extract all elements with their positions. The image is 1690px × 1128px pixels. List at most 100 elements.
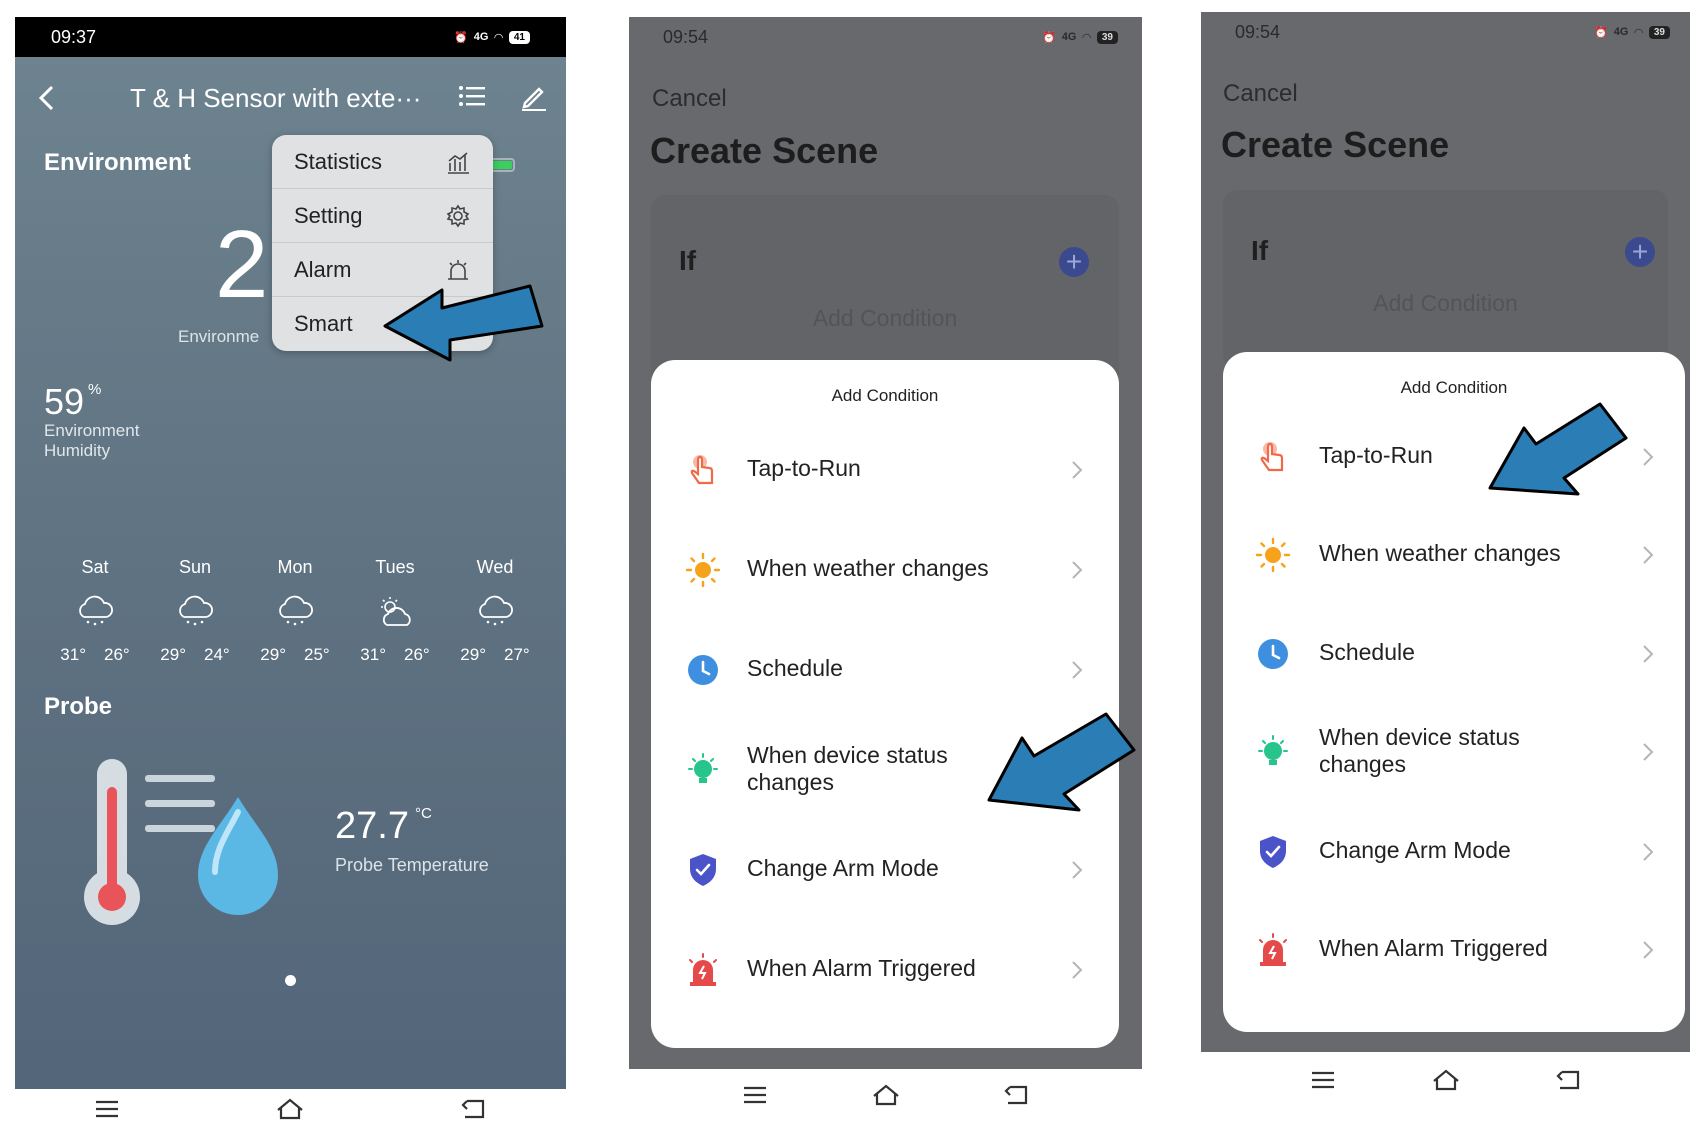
gear-icon [446, 204, 470, 227]
chevron-right-icon [1643, 448, 1654, 466]
if-label: If [1251, 235, 1269, 266]
status-icons: ⏰ 4G ◠ 39 [1594, 25, 1670, 39]
option-change-arm-mode[interactable]: Change Arm Mode [1223, 822, 1685, 882]
option-schedule[interactable]: Schedule [1223, 624, 1685, 684]
home-icon[interactable] [275, 1097, 305, 1121]
alarm-siren-icon [689, 953, 717, 986]
humidity-label: Environment Humidity [44, 421, 140, 460]
status-bar: 09:54 ⏰ 4G ◠ 39 [1201, 12, 1690, 52]
alarm-clock-icon: ⏰ [1042, 31, 1056, 44]
back-icon[interactable] [459, 1097, 489, 1121]
forecast-day: Sat 31° 26° [60, 557, 130, 664]
if-card: If + Add Condition [1223, 190, 1668, 370]
humidity-value: 59% [44, 381, 102, 422]
option-change-arm-mode[interactable]: Change Arm Mode [651, 840, 1119, 900]
option-alarm-triggered[interactable]: When Alarm Triggered [1223, 920, 1685, 980]
annotation-arrow [987, 712, 1136, 812]
status-time: 09:54 [1235, 21, 1281, 42]
status-time: 09:37 [51, 26, 97, 47]
home-icon[interactable] [1431, 1068, 1461, 1092]
alarm-clock-icon: ⏰ [454, 31, 468, 44]
rain-cloud-icon [79, 595, 113, 626]
rain-cloud-icon [179, 595, 213, 626]
network-icon: 4G [1061, 31, 1077, 43]
sheet-title: Add Condition [831, 386, 939, 405]
status-icons: ⏰ 4G ◠ 39 [1042, 30, 1118, 44]
wifi-icon: ◠ [1634, 26, 1643, 39]
option-weather[interactable]: When weather changes [651, 540, 1119, 600]
wifi-icon: ◠ [494, 31, 503, 44]
menu-icon[interactable] [1308, 1068, 1338, 1092]
probe-heading: Probe [44, 693, 113, 720]
cancel-button[interactable]: Cancel [1223, 80, 1298, 108]
system-nav-bar [629, 1077, 1142, 1113]
status-bar: 09:54 ⏰ 4G ◠ 39 [629, 17, 1142, 57]
menu-item-setting[interactable]: Setting [272, 189, 493, 243]
thermometer-droplet-icon [84, 759, 278, 925]
add-condition-plus-button[interactable]: + [1625, 237, 1655, 267]
wifi-icon: ◠ [1082, 31, 1091, 44]
option-alarm-triggered[interactable]: When Alarm Triggered [651, 940, 1119, 1000]
sheet-title: Add Condition [1400, 378, 1508, 397]
home-icon[interactable] [871, 1083, 901, 1107]
bulb-icon [688, 753, 718, 783]
chevron-right-icon [1072, 861, 1083, 879]
menu-item-statistics[interactable]: Statistics [272, 135, 493, 189]
back-icon[interactable] [1002, 1083, 1032, 1107]
clock-icon [688, 655, 718, 685]
chevron-right-icon [1072, 461, 1083, 479]
shield-check-icon [690, 854, 716, 886]
sun-cloud-icon [381, 597, 411, 626]
add-condition-placeholder: Add Condition [1373, 290, 1518, 316]
menu-icon[interactable] [92, 1097, 122, 1121]
environment-temp-label: Environme [178, 327, 260, 346]
annotation-arrow [383, 284, 544, 362]
clock-icon [1258, 639, 1288, 669]
probe-temperature-label: Probe Temperature [335, 855, 489, 875]
shield-check-icon [1260, 836, 1286, 868]
probe-temperature-value: 27.7 °C [335, 805, 432, 847]
chevron-right-icon [1643, 843, 1654, 861]
bulb-icon [1258, 735, 1288, 765]
chevron-right-icon [1072, 661, 1083, 679]
forecast-day: Sun 29° 24° [160, 557, 230, 664]
weather-forecast: Sat 31°26° Sun 29°24° Mon 29°25° Tues [45, 557, 545, 665]
add-condition-plus-button[interactable]: + [1059, 247, 1089, 277]
option-schedule[interactable]: Schedule [651, 640, 1119, 700]
back-arrow-icon[interactable] [37, 85, 57, 111]
if-card: If + Add Condition [651, 195, 1119, 385]
list-menu-icon[interactable] [459, 85, 485, 107]
alarm-clock-icon: ⏰ [1594, 26, 1608, 39]
status-time: 09:54 [663, 26, 709, 47]
status-icons: ⏰ 4G ◠ 41 [454, 30, 530, 44]
edit-pencil-icon[interactable] [520, 83, 548, 111]
chevron-right-icon [1643, 743, 1654, 761]
device-title: T & H Sensor with exte··· [130, 83, 422, 113]
tap-hand-icon [690, 455, 714, 485]
page-title: Create Scene [650, 130, 879, 171]
phone-screen-create-scene-annotated: 09:54 ⏰ 4G ◠ 39 Cancel Create Scene If +… [1201, 12, 1690, 1128]
forecast-day: Tues 31° 26° [360, 557, 430, 664]
status-bar: 09:37 ⏰ 4G ◠ 41 [15, 17, 566, 57]
option-weather[interactable]: When weather changes [1223, 525, 1685, 585]
chevron-right-icon [1072, 561, 1083, 579]
rain-cloud-icon [479, 595, 513, 626]
network-icon: 4G [1613, 26, 1629, 38]
back-icon[interactable] [1554, 1068, 1584, 1092]
forecast-day: Mon 29° 25° [260, 557, 330, 664]
environment-heading: Environment [44, 149, 191, 176]
option-device-status[interactable]: When device status changes [1223, 712, 1685, 792]
system-nav-bar [1201, 1062, 1690, 1098]
menu-icon[interactable] [740, 1083, 770, 1107]
tap-hand-icon [1260, 442, 1284, 472]
cancel-button[interactable]: Cancel [652, 85, 727, 113]
alarm-siren-icon [448, 259, 468, 280]
app-bar: T & H Sensor with exte··· [15, 77, 566, 117]
bar-chart-icon [448, 151, 469, 174]
option-tap-to-run[interactable]: Tap-to-Run [651, 440, 1119, 500]
add-condition-sheet: Add Condition Tap-to-Run When weather ch… [651, 360, 1119, 1048]
phone-screen-sensor: 09:37 ⏰ 4G ◠ 41 T & H Sensor with exte··… [15, 17, 566, 1128]
alarm-siren-icon [1259, 933, 1287, 966]
forecast-day: Wed 29° 27° [460, 557, 530, 664]
phone-screen-create-scene: 09:54 ⏰ 4G ◠ 39 Cancel Create Scene If +… [629, 17, 1142, 1128]
